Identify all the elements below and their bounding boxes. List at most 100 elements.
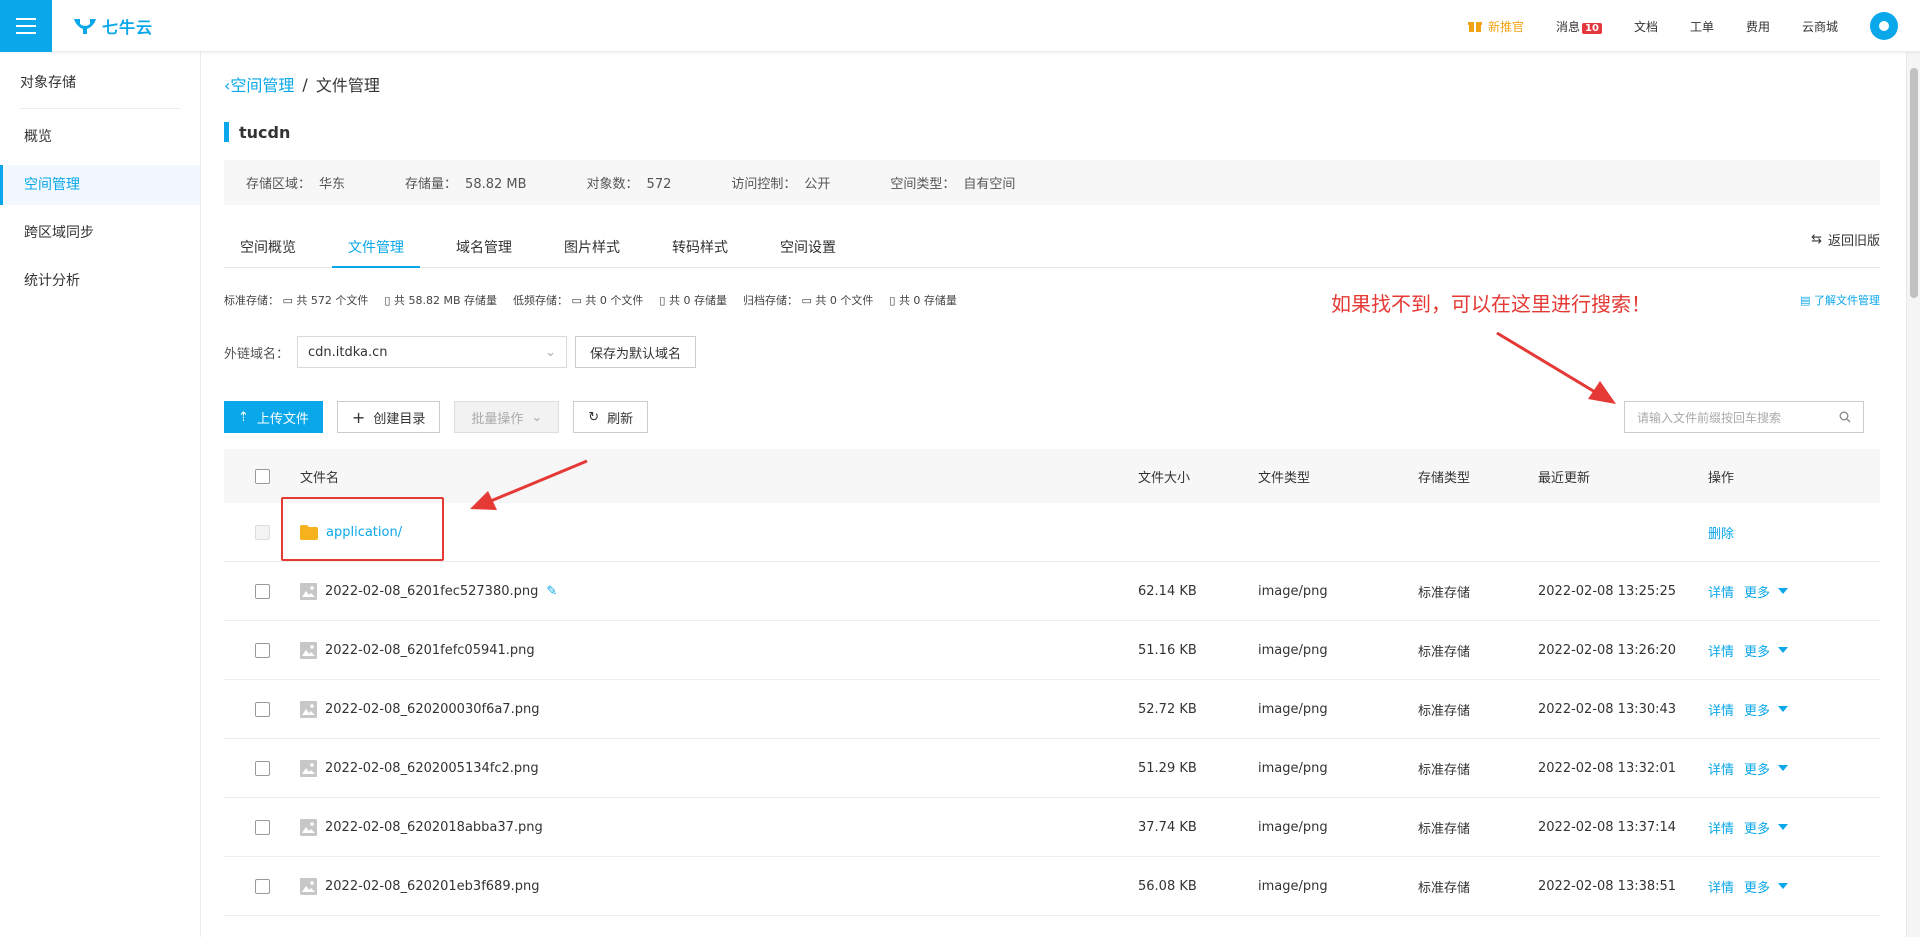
tab-overview[interactable]: 空间概览 <box>224 228 312 268</box>
summary-text: 共 0 存储量 <box>898 294 957 307</box>
page-scrollbar[interactable] <box>1906 52 1920 937</box>
header-storage[interactable]: 存储类型 <box>1418 467 1538 486</box>
row-checkbox-disabled <box>254 524 270 540</box>
save-default-domain-button[interactable]: 保存为默认域名 <box>575 336 697 368</box>
file-name[interactable]: 2022-02-08_6201fec527380.png <box>325 584 538 599</box>
file-table: 文件名 文件大小 文件类型 存储类型 最近更新 操作 application/ … <box>224 449 1880 916</box>
breadcrumb-back-label: 空间管理 <box>230 76 295 95</box>
delete-button[interactable]: 删除 <box>1708 523 1734 542</box>
file-updated: 2022-02-08 13:37:14 <box>1538 819 1677 835</box>
row-name-cell: 2022-02-08_6202018abba37.png <box>300 818 1138 836</box>
row-ops: 详情 更多 <box>1708 877 1878 896</box>
upload-file-button[interactable]: ⇡ 上传文件 <box>224 401 323 433</box>
more-label: 更多 <box>1744 703 1771 719</box>
domain-select[interactable]: cdn.itdka.cn ⌄ <box>297 336 568 368</box>
info-value: 58.82 MB <box>465 177 527 192</box>
top-nav-marketplace[interactable]: 云商城 <box>1802 18 1838 35</box>
more-button[interactable]: 更多 <box>1744 877 1789 896</box>
info-label: 存储区域： <box>246 177 312 192</box>
refresh-label: 刷新 <box>607 411 634 427</box>
tab-domain-management[interactable]: 域名管理 <box>440 228 528 268</box>
info-access: 访问控制： 公开 <box>731 173 830 192</box>
sidebar-item-cross-region-sync[interactable]: 跨区域同步 <box>0 213 200 253</box>
file-name[interactable]: 2022-02-08_6201fefc05941.png <box>325 643 535 658</box>
info-region: 存储区域： 华东 <box>246 173 345 192</box>
sidebar-item-bucket-management[interactable]: 空间管理 <box>0 165 200 205</box>
doc-icon: ▤ <box>1800 294 1811 307</box>
row-check-cell <box>224 878 300 894</box>
row-checkbox[interactable] <box>254 701 270 717</box>
detail-button[interactable]: 详情 <box>1708 582 1734 601</box>
file-name[interactable]: 2022-02-08_620201eb3f689.png <box>325 879 539 894</box>
detail-button[interactable]: 详情 <box>1708 700 1734 719</box>
more-button[interactable]: 更多 <box>1744 759 1789 778</box>
plus-icon: + <box>351 407 366 427</box>
refresh-button[interactable]: ↻ 刷新 <box>573 401 649 433</box>
file-size: 56.08 KB <box>1138 878 1197 894</box>
qiniu-logo[interactable]: 七牛云 <box>72 14 153 38</box>
scrollbar-thumb[interactable] <box>1910 68 1918 298</box>
hamburger-menu-button[interactable] <box>0 0 52 52</box>
detail-button[interactable]: 详情 <box>1708 818 1734 837</box>
top-nav-messages[interactable]: 消息 10 <box>1556 18 1602 35</box>
image-file-icon <box>300 700 317 718</box>
file-name[interactable]: 2022-02-08_6202005134fc2.png <box>325 761 539 776</box>
info-label: 对象数： <box>586 177 639 192</box>
more-label: 更多 <box>1744 762 1771 778</box>
detail-button[interactable]: 详情 <box>1708 641 1734 660</box>
summary-text: 共 0 存储量 <box>668 294 727 307</box>
row-checkbox[interactable] <box>254 878 270 894</box>
breadcrumb-back-link[interactable]: ‹空间管理 <box>224 72 294 96</box>
detail-button[interactable]: 详情 <box>1708 877 1734 896</box>
top-nav-billing[interactable]: 费用 <box>1746 18 1770 35</box>
gift-icon <box>1467 22 1482 32</box>
row-checkbox[interactable] <box>254 583 270 599</box>
learn-file-management-link[interactable]: ▤ 了解文件管理 <box>1800 292 1880 308</box>
file-type: image/png <box>1258 583 1328 599</box>
more-button[interactable]: 更多 <box>1744 818 1789 837</box>
tab-transcode-styles[interactable]: 转码样式 <box>656 228 744 268</box>
header-filename[interactable]: 文件名 <box>300 467 1138 486</box>
file-rows: 2022-02-08_6201fec527380.png ✎ 62.14 KB ima… <box>224 562 1880 916</box>
back-to-old-version-link[interactable]: ⇆ 返回旧版 <box>1811 230 1880 249</box>
file-name[interactable]: 2022-02-08_620200030f6a7.png <box>325 702 539 717</box>
row-checkbox[interactable] <box>254 819 270 835</box>
tab-image-styles[interactable]: 图片样式 <box>548 228 636 268</box>
arrow-to-search <box>1496 331 1616 404</box>
file-type: image/png <box>1258 760 1328 776</box>
file-storage: 标准存储 <box>1418 585 1471 601</box>
tab-file-management[interactable]: 文件管理 <box>332 228 420 268</box>
header-updated[interactable]: 最近更新 <box>1538 467 1708 486</box>
select-all-cell <box>224 468 300 484</box>
detail-button[interactable]: 详情 <box>1708 759 1734 778</box>
info-value: 572 <box>646 177 672 192</box>
create-directory-button[interactable]: + 创建目录 <box>336 401 441 433</box>
sidebar-item-overview[interactable]: 概览 <box>0 117 200 157</box>
breadcrumb: ‹空间管理 / 文件管理 <box>224 72 380 96</box>
row-checkbox[interactable] <box>254 642 270 658</box>
header-size[interactable]: 文件大小 <box>1138 467 1258 486</box>
select-all-checkbox[interactable] <box>254 468 270 484</box>
more-button[interactable]: 更多 <box>1744 641 1789 660</box>
file-updated: 2022-02-08 13:25:25 <box>1538 583 1677 599</box>
header-type[interactable]: 文件类型 <box>1258 467 1418 486</box>
batch-operations-button[interactable]: 批量操作 ⌄ <box>454 401 560 433</box>
tab-bucket-settings[interactable]: 空间设置 <box>764 228 852 268</box>
logo-icon <box>74 19 96 34</box>
summary-text: 低频存储： <box>513 294 568 307</box>
file-search-input[interactable]: 请输入文件前缀按回车搜索 <box>1624 401 1864 433</box>
breadcrumb-current: 文件管理 <box>315 76 380 95</box>
info-label: 存储量： <box>405 177 458 192</box>
more-button[interactable]: 更多 <box>1744 582 1789 601</box>
top-nav-tickets[interactable]: 工单 <box>1690 18 1714 35</box>
row-checkbox[interactable] <box>254 760 270 776</box>
top-nav-promo[interactable]: 新推官 <box>1467 18 1524 35</box>
file-name[interactable]: 2022-02-08_6202018abba37.png <box>325 820 543 835</box>
more-button[interactable]: 更多 <box>1744 700 1789 719</box>
avatar[interactable] <box>1870 12 1898 40</box>
edit-icon[interactable]: ✎ <box>546 584 557 599</box>
top-nav-docs[interactable]: 文档 <box>1634 18 1658 35</box>
file-type: image/png <box>1258 701 1328 717</box>
summary-text: 共 0 个文件 <box>585 294 644 307</box>
sidebar-item-statistics[interactable]: 统计分析 <box>0 261 200 301</box>
